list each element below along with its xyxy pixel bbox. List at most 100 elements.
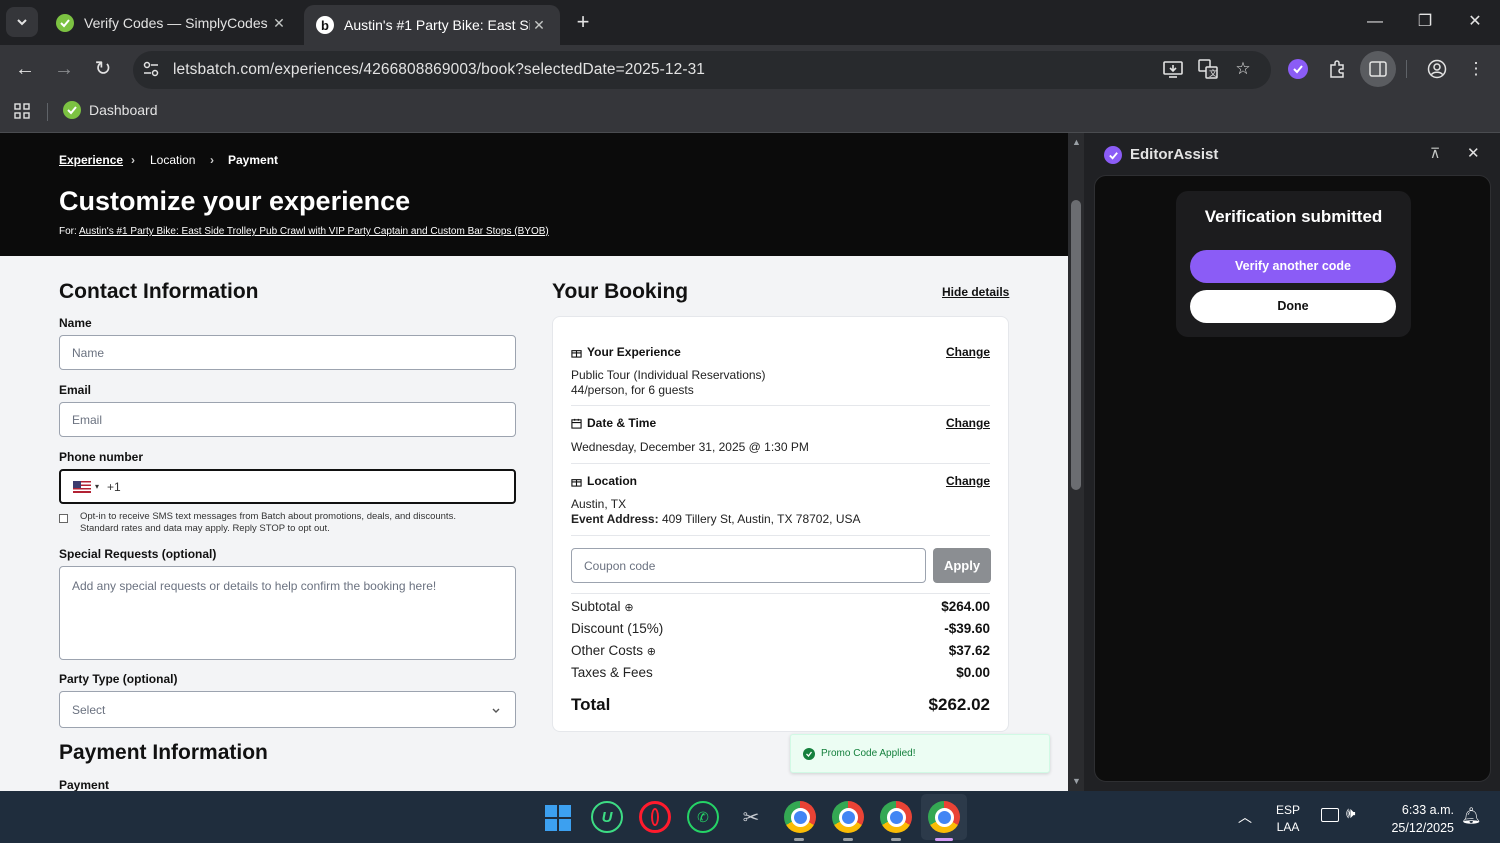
phone-prefix: +1 bbox=[107, 479, 121, 494]
apps-grid-icon[interactable] bbox=[14, 103, 30, 124]
editorassist-logo-icon bbox=[1104, 146, 1122, 164]
whatsapp-icon[interactable]: ✆ bbox=[687, 801, 719, 833]
breadcrumb-location[interactable]: Location bbox=[150, 153, 195, 167]
name-placeholder: Name bbox=[72, 345, 105, 360]
profile-icon[interactable] bbox=[1421, 53, 1453, 85]
bookmark-dashboard[interactable]: Dashboard bbox=[63, 101, 158, 119]
new-tab-button[interactable]: + bbox=[570, 10, 596, 36]
chevron-down-icon bbox=[492, 708, 500, 713]
tab-letsbatch[interactable]: b Austin's #1 Party Bike: East Side ✕ bbox=[304, 5, 560, 45]
upwork-icon[interactable]: U bbox=[591, 801, 623, 833]
editorassist-extension-icon[interactable] bbox=[1282, 53, 1314, 85]
other-costs-row: Other Costs ⊕ $37.62 bbox=[571, 643, 990, 658]
verify-another-button[interactable]: Verify another code bbox=[1190, 250, 1396, 283]
summary-value: $264.00 bbox=[941, 599, 990, 614]
optin-line: Opt-in to receive SMS text messages from… bbox=[80, 511, 456, 522]
change-location-link[interactable]: Change bbox=[946, 474, 990, 488]
coupon-code-input[interactable]: Coupon code bbox=[571, 548, 926, 583]
show-hidden-icons-icon[interactable]: ︿ bbox=[1238, 807, 1252, 827]
name-input[interactable]: Name bbox=[59, 335, 516, 370]
discount-row: Discount (15%) -$39.60 bbox=[571, 621, 990, 636]
address-bar[interactable]: letsbatch.com/experiences/4266808869003/… bbox=[133, 51, 1271, 89]
translate-icon[interactable]: 文 bbox=[1192, 53, 1224, 85]
special-requests-textarea[interactable]: Add any special requests or details to h… bbox=[59, 566, 516, 660]
contact-heading: Contact Information bbox=[59, 280, 259, 303]
notifications-bell-icon[interactable]: 🔔︎ bbox=[1461, 806, 1481, 826]
info-icon[interactable]: ⊕ bbox=[624, 602, 633, 614]
chrome-profile-3-icon[interactable] bbox=[880, 801, 912, 833]
chrome-active-icon[interactable] bbox=[928, 801, 960, 833]
extension-frame: Verification submitted Verify another co… bbox=[1094, 175, 1491, 782]
change-date-link[interactable]: Change bbox=[946, 416, 990, 430]
country-dropdown-icon[interactable]: ▾ bbox=[95, 482, 99, 491]
summary-value: -$39.60 bbox=[944, 621, 990, 636]
info-icon[interactable]: ⊕ bbox=[647, 646, 656, 658]
apply-coupon-button[interactable]: Apply bbox=[933, 548, 991, 583]
bookmark-star-icon[interactable]: ☆ bbox=[1227, 53, 1259, 85]
opera-icon[interactable] bbox=[639, 801, 671, 833]
experience-link[interactable]: Austin's #1 Party Bike: East Side Trolle… bbox=[79, 226, 549, 237]
windows-taskbar: U ✆ ✂ ︿ ESP LAA 🕪 6:33 a.m. 25/12/2025 🔔… bbox=[0, 791, 1500, 843]
volume-icon[interactable]: 🕪 bbox=[1346, 805, 1355, 822]
scroll-up-icon[interactable]: ▲ bbox=[1072, 137, 1081, 147]
clock[interactable]: 6:33 a.m. 25/12/2025 bbox=[1378, 801, 1454, 837]
forward-button[interactable]: → bbox=[48, 53, 80, 85]
verification-card: Verification submitted Verify another co… bbox=[1176, 191, 1411, 337]
tab-search-button[interactable] bbox=[6, 7, 38, 37]
windows-start-icon[interactable] bbox=[545, 805, 571, 831]
subtotal-row: Subtotal ⊕ $264.00 bbox=[571, 599, 990, 614]
change-experience-link[interactable]: Change bbox=[946, 345, 990, 359]
close-window-button[interactable]: ✕ bbox=[1460, 8, 1490, 36]
close-tab-icon[interactable]: ✕ bbox=[270, 15, 288, 32]
payment-label: Payment bbox=[59, 778, 110, 791]
us-flag-icon[interactable] bbox=[73, 480, 91, 493]
site-settings-icon[interactable] bbox=[142, 60, 160, 83]
install-app-icon[interactable] bbox=[1157, 53, 1189, 85]
tab-simplycodes[interactable]: Verify Codes — SimplyCodes ✕ bbox=[44, 5, 300, 41]
email-input[interactable]: Email bbox=[59, 402, 516, 437]
snipping-tool-icon[interactable]: ✂ bbox=[735, 801, 767, 833]
phone-input[interactable]: ▾ +1 bbox=[59, 469, 516, 504]
tab-title: Verify Codes — SimplyCodes bbox=[84, 15, 268, 31]
email-label: Email bbox=[59, 383, 92, 397]
browser-toolbar: ← → ↻ letsbatch.com/experiences/42668088… bbox=[0, 45, 1500, 93]
divider bbox=[571, 593, 990, 594]
promo-toast: Promo Code Applied! bbox=[790, 734, 1050, 773]
pin-icon[interactable]: ⊼ bbox=[1430, 145, 1440, 162]
chrome-profile-2-icon[interactable] bbox=[832, 801, 864, 833]
minimize-button[interactable]: — bbox=[1360, 8, 1390, 36]
experience-details: Public Tour (Individual Reservations) 44… bbox=[571, 368, 766, 398]
hide-details-link[interactable]: Hide details bbox=[942, 285, 1009, 299]
network-icon[interactable] bbox=[1321, 808, 1339, 822]
experience-for-line: For: Austin's #1 Party Bike: East Side T… bbox=[59, 226, 549, 237]
location-details: Austin, TX Event Address: 409 Tillery St… bbox=[571, 497, 861, 527]
reload-button[interactable]: ↻ bbox=[87, 53, 119, 85]
summary-label: Taxes & Fees bbox=[571, 665, 653, 680]
total-row: Total $262.02 bbox=[571, 695, 990, 715]
page-scrollbar[interactable]: ▲ ▼ bbox=[1068, 133, 1084, 791]
location-title: Location bbox=[587, 474, 637, 488]
breadcrumb-experience[interactable]: Experience bbox=[59, 153, 123, 167]
extensions-puzzle-icon[interactable] bbox=[1322, 53, 1354, 85]
divider bbox=[571, 405, 990, 406]
close-panel-icon[interactable]: ✕ bbox=[1467, 144, 1480, 162]
summary-value: $0.00 bbox=[956, 665, 990, 680]
sms-optin-checkbox[interactable] bbox=[59, 514, 68, 523]
party-type-select[interactable]: Select bbox=[59, 691, 516, 728]
close-tab-icon[interactable]: ✕ bbox=[530, 17, 548, 34]
running-indicator bbox=[794, 838, 804, 841]
scroll-down-icon[interactable]: ▼ bbox=[1072, 776, 1081, 786]
chrome-profile-1-icon[interactable] bbox=[784, 801, 816, 833]
calendar-icon bbox=[571, 418, 582, 429]
menu-icon[interactable]: ⋮ bbox=[1460, 53, 1492, 85]
scrollbar-thumb[interactable] bbox=[1071, 200, 1081, 490]
side-panel-title: EditorAssist bbox=[1130, 146, 1219, 163]
toolbar-divider bbox=[1406, 60, 1407, 78]
language-indicator[interactable]: ESP LAA bbox=[1276, 802, 1300, 836]
check-circle-icon bbox=[803, 747, 815, 760]
side-panel-icon[interactable] bbox=[1360, 51, 1396, 87]
done-button[interactable]: Done bbox=[1190, 290, 1396, 323]
restore-button[interactable]: ❐ bbox=[1410, 8, 1440, 36]
name-label: Name bbox=[59, 316, 92, 330]
back-button[interactable]: ← bbox=[9, 53, 41, 85]
